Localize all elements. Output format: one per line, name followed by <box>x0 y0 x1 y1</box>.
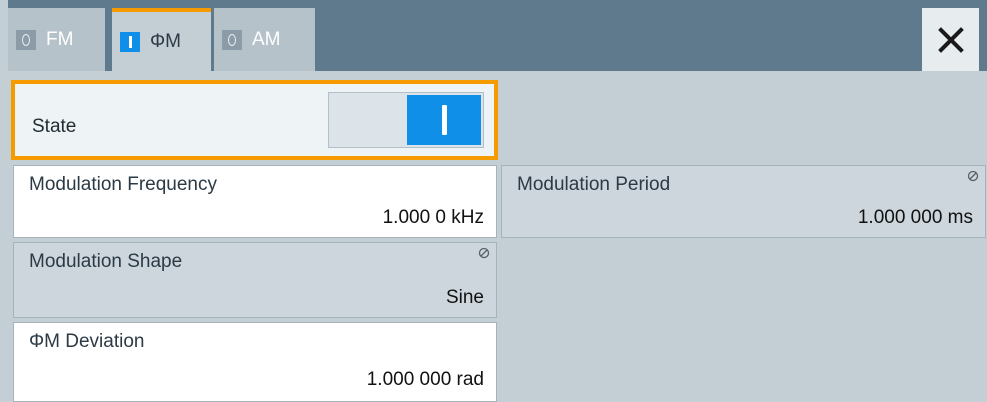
state-label: State <box>32 116 77 137</box>
modulation-period-field: Modulation Period 1.000 000 ms <box>501 165 986 238</box>
lock-icon <box>967 170 979 182</box>
tab-fm[interactable]: FM <box>8 8 105 71</box>
tab-bar: FM ΦM AM <box>0 0 987 71</box>
modulation-period-label: Modulation Period <box>517 174 671 195</box>
tab-phim-state-icon <box>120 31 140 52</box>
tab-fm-label: FM <box>46 28 74 50</box>
tab-fm-state-icon <box>16 29 36 50</box>
tab-phim[interactable]: ΦM <box>112 8 211 71</box>
tab-phim-label: ΦM <box>150 30 181 52</box>
phim-deviation-label: ΦM Deviation <box>29 331 145 352</box>
close-icon <box>937 26 964 53</box>
modulation-shape-value: Sine <box>445 287 484 308</box>
modulation-period-value: 1.000 000 ms <box>857 207 973 228</box>
tab-am-state-icon <box>222 29 242 50</box>
modulation-frequency-label: Modulation Frequency <box>29 174 217 195</box>
state-toggle[interactable] <box>328 92 484 148</box>
tab-am[interactable]: AM <box>214 8 315 71</box>
modulation-shape-label: Modulation Shape <box>29 251 183 272</box>
close-button[interactable] <box>922 8 979 71</box>
lock-icon <box>478 247 490 259</box>
state-toggle-knob <box>407 95 481 145</box>
tab-bar-edge <box>0 0 8 71</box>
modulation-frequency-value: 1.000 0 kHz <box>382 207 484 228</box>
state-row: State <box>11 80 498 160</box>
modulation-shape-field: Modulation Shape Sine <box>13 242 497 318</box>
tab-am-label: AM <box>252 28 281 50</box>
modulation-frequency-field[interactable]: Modulation Frequency 1.000 0 kHz <box>13 165 497 238</box>
phim-deviation-field[interactable]: ΦM Deviation 1.000 000 rad <box>13 322 497 402</box>
phim-deviation-value: 1.000 000 rad <box>366 369 484 390</box>
